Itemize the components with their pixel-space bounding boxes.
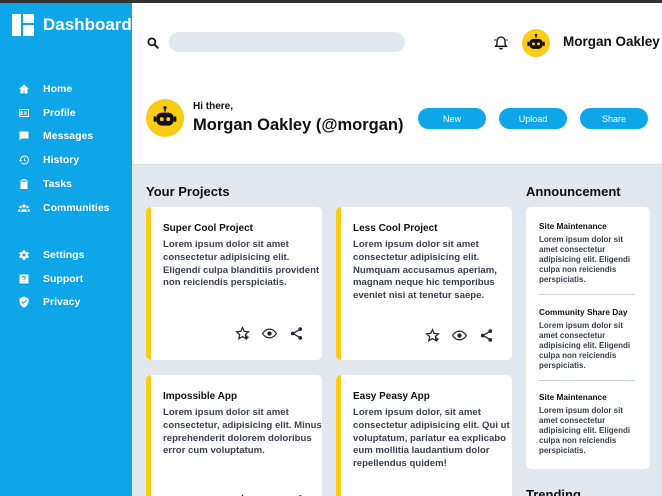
sidebar-item-privacy[interactable]: Privacy bbox=[0, 291, 132, 315]
sidebar-item-label: Settings bbox=[43, 248, 85, 261]
sidebar-item-label: History bbox=[43, 154, 80, 167]
project-card[interactable]: Impossible App Lorem ipsum dolor sit ame… bbox=[146, 375, 322, 496]
project-title: Easy Peasy App bbox=[353, 391, 430, 402]
question-icon bbox=[17, 272, 30, 285]
bell-icon[interactable] bbox=[493, 35, 509, 51]
announcement-body: Lorem ipsum dolor sit amet consectetur a… bbox=[539, 406, 631, 455]
announcement-title: Community Share Day bbox=[539, 307, 628, 317]
sidebar-item-tasks[interactable]: Tasks bbox=[0, 172, 132, 196]
projects-heading: Your Projects bbox=[146, 184, 230, 199]
chat-icon bbox=[17, 130, 30, 143]
sidebar-secondary-nav: Settings Support Privacy bbox=[0, 243, 132, 314]
sidebar: Dashboard Home Profile Messages History … bbox=[0, 3, 132, 496]
announcement-item[interactable]: Site Maintenance Lorem ipsum dolor sit a… bbox=[539, 221, 635, 285]
history-icon bbox=[17, 154, 30, 167]
robot-avatar-icon bbox=[527, 33, 545, 49]
id-card-icon bbox=[17, 106, 30, 119]
watch-icon[interactable] bbox=[452, 328, 467, 343]
card-actions bbox=[235, 326, 304, 341]
project-description: Lorem ipsum dolor sit amet consectetur a… bbox=[163, 239, 320, 289]
announcement-title: Site Maintenance bbox=[539, 221, 607, 231]
share-icon[interactable] bbox=[479, 328, 494, 343]
dashboard-grid-icon bbox=[12, 14, 34, 36]
gear-icon bbox=[17, 248, 30, 261]
sidebar-item-home[interactable]: Home bbox=[0, 77, 132, 101]
shield-icon bbox=[17, 296, 30, 309]
sidebar-item-label: Profile bbox=[43, 106, 76, 119]
username[interactable]: Morgan Oakley bbox=[563, 34, 660, 49]
avatar[interactable] bbox=[522, 29, 550, 57]
sidebar-item-support[interactable]: Support bbox=[0, 267, 132, 291]
greeting-bar: Hi there, Morgan Oakley (@morgan) New Up… bbox=[132, 83, 662, 165]
sidebar-item-label: Communities bbox=[43, 201, 110, 214]
brand[interactable]: Dashboard bbox=[12, 14, 132, 36]
sidebar-item-profile[interactable]: Profile bbox=[0, 101, 132, 125]
sidebar-item-label: Messages bbox=[43, 130, 94, 143]
card-actions bbox=[425, 328, 494, 343]
announcement-body: Lorem ipsum dolor sit amet consectetur a… bbox=[539, 235, 631, 284]
trending-heading: Trending bbox=[526, 487, 581, 496]
sidebar-item-label: Tasks bbox=[43, 178, 72, 191]
star-icon[interactable] bbox=[425, 328, 440, 343]
share-button[interactable]: Share bbox=[580, 108, 648, 129]
announcement-heading: Announcement bbox=[526, 184, 621, 199]
clipboard-icon bbox=[17, 178, 30, 191]
top-bar: Morgan Oakley bbox=[132, 3, 662, 83]
users-icon bbox=[17, 201, 30, 214]
search-input[interactable] bbox=[169, 32, 405, 52]
project-title: Super Cool Project bbox=[163, 223, 254, 234]
greeting-text: Hi there, bbox=[193, 101, 234, 112]
announcement-divider bbox=[539, 294, 635, 295]
profile-avatar[interactable] bbox=[146, 99, 184, 137]
announcement-title: Site Maintenance bbox=[539, 392, 607, 402]
sidebar-item-history[interactable]: History bbox=[0, 148, 132, 172]
project-description: Lorem ipsum dolor sit amet consectetur a… bbox=[353, 239, 497, 302]
star-icon[interactable] bbox=[235, 326, 250, 341]
share-icon[interactable] bbox=[289, 326, 304, 341]
home-icon bbox=[17, 82, 30, 95]
project-title: Impossible App bbox=[163, 391, 238, 402]
project-card[interactable]: Less Cool Project Lorem ipsum dolor sit … bbox=[336, 207, 512, 360]
announcement-item[interactable]: Site Maintenance Lorem ipsum dolor sit a… bbox=[539, 392, 635, 456]
brand-title: Dashboard bbox=[43, 15, 132, 34]
announcement-panel: Site Maintenance Lorem ipsum dolor sit a… bbox=[526, 207, 650, 469]
project-description: Lorem ipsum dolor sit amet consectetur, … bbox=[163, 407, 322, 457]
announcement-divider bbox=[539, 380, 635, 381]
project-card[interactable]: Super Cool Project Lorem ipsum dolor sit… bbox=[146, 207, 322, 360]
upload-button[interactable]: Upload bbox=[499, 108, 567, 129]
window-top-border bbox=[0, 0, 662, 3]
profile-name: Morgan Oakley (@morgan) bbox=[193, 116, 404, 134]
new-button[interactable]: New bbox=[418, 108, 486, 129]
announcement-item[interactable]: Community Share Day Lorem ipsum dolor si… bbox=[539, 307, 635, 371]
sidebar-item-settings[interactable]: Settings bbox=[0, 243, 132, 267]
sidebar-item-label: Privacy bbox=[43, 296, 81, 309]
search-icon bbox=[146, 36, 160, 50]
project-description: Lorem ipsum dolor, sit amet consectetur … bbox=[353, 407, 510, 470]
sidebar-item-messages[interactable]: Messages bbox=[0, 125, 132, 149]
sidebar-nav: Home Profile Messages History Tasks Comm… bbox=[0, 77, 132, 220]
project-card[interactable]: Easy Peasy App Lorem ipsum dolor, sit am… bbox=[336, 375, 512, 496]
project-title: Less Cool Project bbox=[353, 223, 438, 234]
watch-icon[interactable] bbox=[262, 326, 277, 341]
robot-avatar-icon bbox=[153, 106, 177, 126]
announcement-body: Lorem ipsum dolor sit amet consectetur a… bbox=[539, 321, 631, 370]
sidebar-item-communities[interactable]: Communities bbox=[0, 196, 132, 220]
sidebar-item-label: Support bbox=[43, 272, 84, 285]
sidebar-item-label: Home bbox=[43, 82, 73, 95]
